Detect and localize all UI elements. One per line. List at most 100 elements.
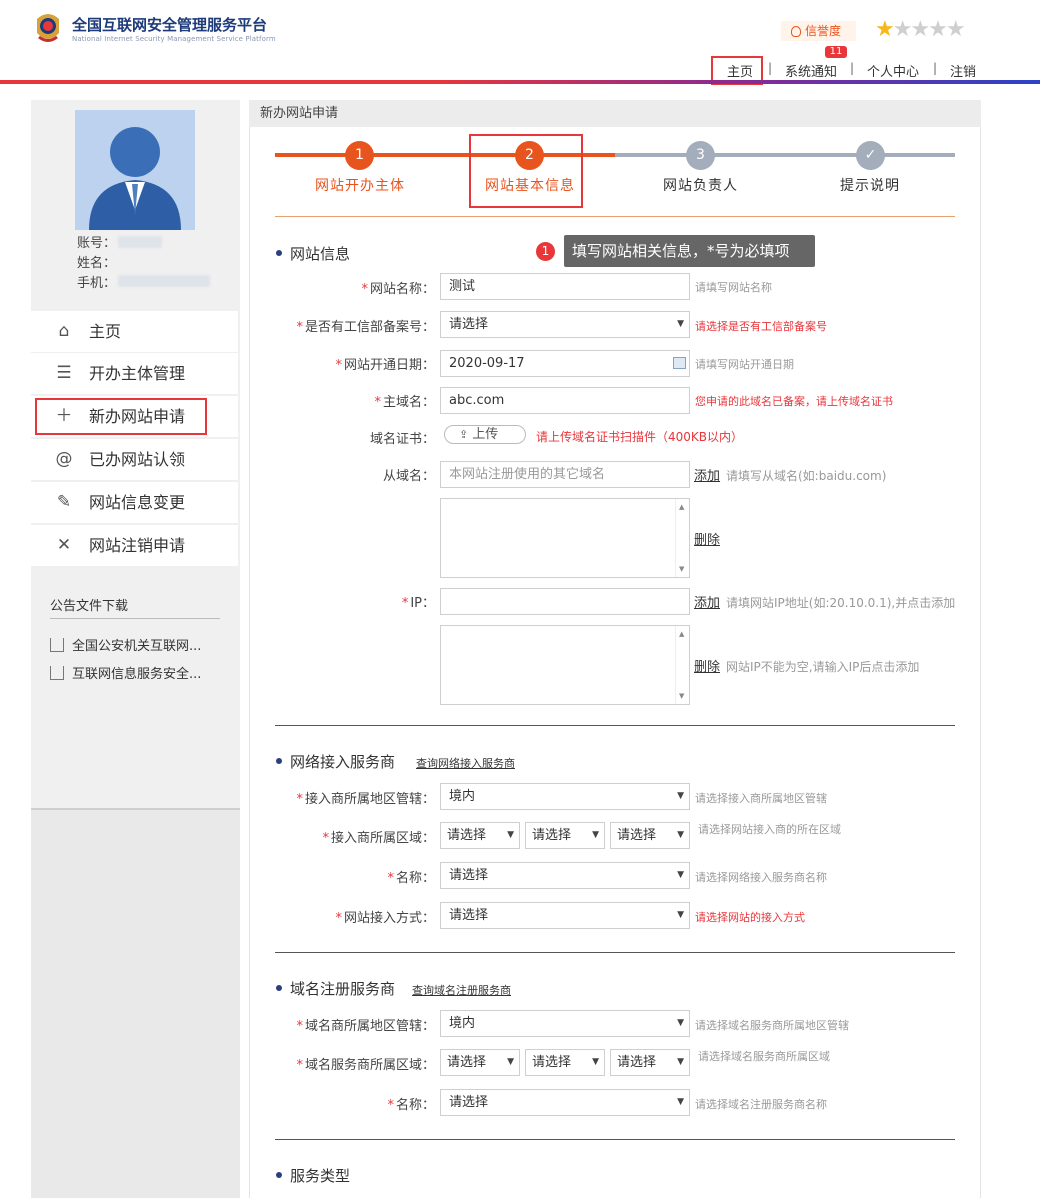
section-title-service-type: 服务类型 [276,1165,350,1186]
domain-cert-hint: 请上传域名证书扫描件（400KB以内） [536,430,744,444]
step-4-label: 提示说明 [840,178,900,194]
section-title-isp: 网络接入服务商 [276,751,395,772]
user-avatar [75,110,195,230]
download-icon [50,638,64,652]
isp-name-select[interactable]: 请选择 ▼ [440,862,690,889]
nav-separator: | [933,61,938,75]
instruction-tooltip: 填写网站相关信息，*号为必填项 [564,235,815,267]
subdomain-input[interactable]: 本网站注册使用的其它域名 [440,461,690,488]
sidebar-item-claim-site[interactable]: @ 已办网站认领 [31,439,238,480]
page-breadcrumb: 新办网站申请 [249,100,981,127]
download-link[interactable]: 互联网信息服务安全... [50,663,201,682]
query-registrar-link[interactable]: 查询域名注册服务商 [412,982,511,998]
registrar-province-select[interactable]: 请选择 ▼ [440,1049,520,1076]
isp-name-label: * 名称： [387,871,435,886]
calendar-icon[interactable] [673,357,686,369]
upload-button[interactable]: ⇪ 上传 [444,425,526,444]
section-title-site-info: 网站信息 [276,243,350,264]
sidebar-item-change-site-info[interactable]: ✎ 网站信息变更 [31,482,238,523]
registrar-name-label: * 名称： [387,1098,435,1113]
chevron-down-icon: ▼ [677,1097,684,1107]
access-mode-hint: 请选择网站的接入方式 [695,911,805,924]
chevron-down-icon: ▼ [507,1057,514,1067]
section-divider [275,725,955,726]
ip-delete-hint: 网站IP不能为空,请输入IP后点击添加 [726,660,920,674]
close-icon: ✕ [56,535,72,555]
delete-subdomain-link[interactable]: 删除 [694,529,720,548]
registrar-region-select[interactable]: 境内 ▼ [440,1010,690,1037]
ip-label: * IP： [401,596,435,611]
highlight-box-new-site [35,398,207,435]
ip-list-box[interactable]: ▲ ▼ [440,625,690,705]
registrar-name-select[interactable]: 请选择 ▼ [440,1089,690,1116]
chevron-down-icon: ▼ [677,870,684,880]
delete-ip-link[interactable]: 删除 [694,656,720,675]
isp-city-select[interactable]: 请选择 ▼ [525,822,605,849]
police-emblem-logo [37,14,59,42]
sidebar-item-entity-management[interactable]: ☰ 开办主体管理 [31,353,238,394]
home-icon: ⌂ [58,321,70,341]
isp-region-select[interactable]: 境内 ▼ [440,783,690,810]
registrar-area-hint: 请选择域名服务商所属区域 [698,1050,830,1063]
registrar-city-select[interactable]: 请选择 ▼ [525,1049,605,1076]
main-domain-input[interactable]: abc.com [440,387,690,414]
ip-input[interactable] [440,588,690,615]
query-isp-link[interactable]: 查询网络接入服务商 [416,755,515,771]
nav-logout-link[interactable]: 注销 [950,61,976,80]
chevron-down-icon: ▼ [677,319,684,329]
isp-name-hint: 请选择网络接入服务商名称 [695,871,827,884]
downloads-divider [50,618,220,619]
isp-province-select[interactable]: 请选择 ▼ [440,822,520,849]
open-date-label: * 网站开通日期： [335,358,435,373]
icp-select[interactable]: 请选择 ▼ [440,311,690,338]
site-name-input[interactable]: 测试 [440,273,690,300]
isp-district-select[interactable]: 请选择 ▼ [610,822,690,849]
at-icon: @ [55,449,73,469]
downloads-title: 公告文件下载 [50,599,129,614]
download-link[interactable]: 全国公安机关互联网... [50,635,201,654]
chevron-down-icon: ▼ [677,910,684,920]
credit-stars: ★★★★★ [875,17,966,42]
scrollbar[interactable]: ▲ ▼ [675,626,689,704]
access-mode-label: * 网站接入方式： [335,911,435,926]
platform-title: 全国互联网安全管理服务平台 [72,16,268,34]
registrar-district-select[interactable]: 请选择 ▼ [610,1049,690,1076]
bullet-dot [276,250,282,256]
download-icon [50,666,64,680]
domain-cert-label: 域名证书： [369,432,435,447]
nav-notifications-link[interactable]: 系统通知 [785,61,837,80]
isp-area-hint: 请选择网站接入商的所在区域 [698,823,841,836]
sidebar-item-home[interactable]: ⌂ 主页 [31,311,238,352]
main-domain-hint: 您申请的此域名已备案，请上传域名证书 [695,395,893,408]
add-ip-link[interactable]: 添加 [694,592,720,611]
subdomain-label: 从域名： [382,469,435,484]
open-date-input[interactable]: 2020-09-17 [440,350,690,377]
ip-hint: 请填网站IP地址(如:20.10.0.1),并点击添加 [726,596,956,610]
sidebar-item-cancel-site[interactable]: ✕ 网站注销申请 [31,525,238,566]
upload-icon: ⇪ [459,428,469,441]
subdomain-list-box[interactable]: ▲ ▼ [440,498,690,578]
chevron-down-icon: ▼ [677,1018,684,1028]
registrar-name-hint: 请选择域名注册服务商名称 [695,1098,827,1111]
isp-area-label: * 接入商所属区域： [322,831,435,846]
isp-region-label: * 接入商所属地区管辖： [296,792,435,807]
chevron-down-icon: ▼ [677,830,684,840]
chevron-down-icon: ▼ [677,1057,684,1067]
star-empty-icon: ★★★★ [892,17,966,42]
header-divider-bar [0,80,1040,84]
add-subdomain-link[interactable]: 添加 [694,465,720,484]
step-4-check-icon: ✓ [856,141,885,170]
nav-separator: | [768,61,773,75]
section-divider [275,952,955,953]
nav-home-link[interactable]: 主页 [727,61,753,80]
platform-subtitle: National Internet Security Management Se… [72,35,276,43]
bullet-dot [276,758,282,764]
edit-icon: ✎ [56,492,72,512]
nav-profile-link[interactable]: 个人中心 [867,61,919,80]
scrollbar[interactable]: ▲ ▼ [675,499,689,577]
access-mode-select[interactable]: 请选择 ▼ [440,902,690,929]
open-date-hint: 请填写网站开通日期 [695,358,794,371]
stepper-progress-todo [615,153,955,157]
chevron-down-icon: ▼ [677,791,684,801]
nav-separator: | [850,61,855,75]
